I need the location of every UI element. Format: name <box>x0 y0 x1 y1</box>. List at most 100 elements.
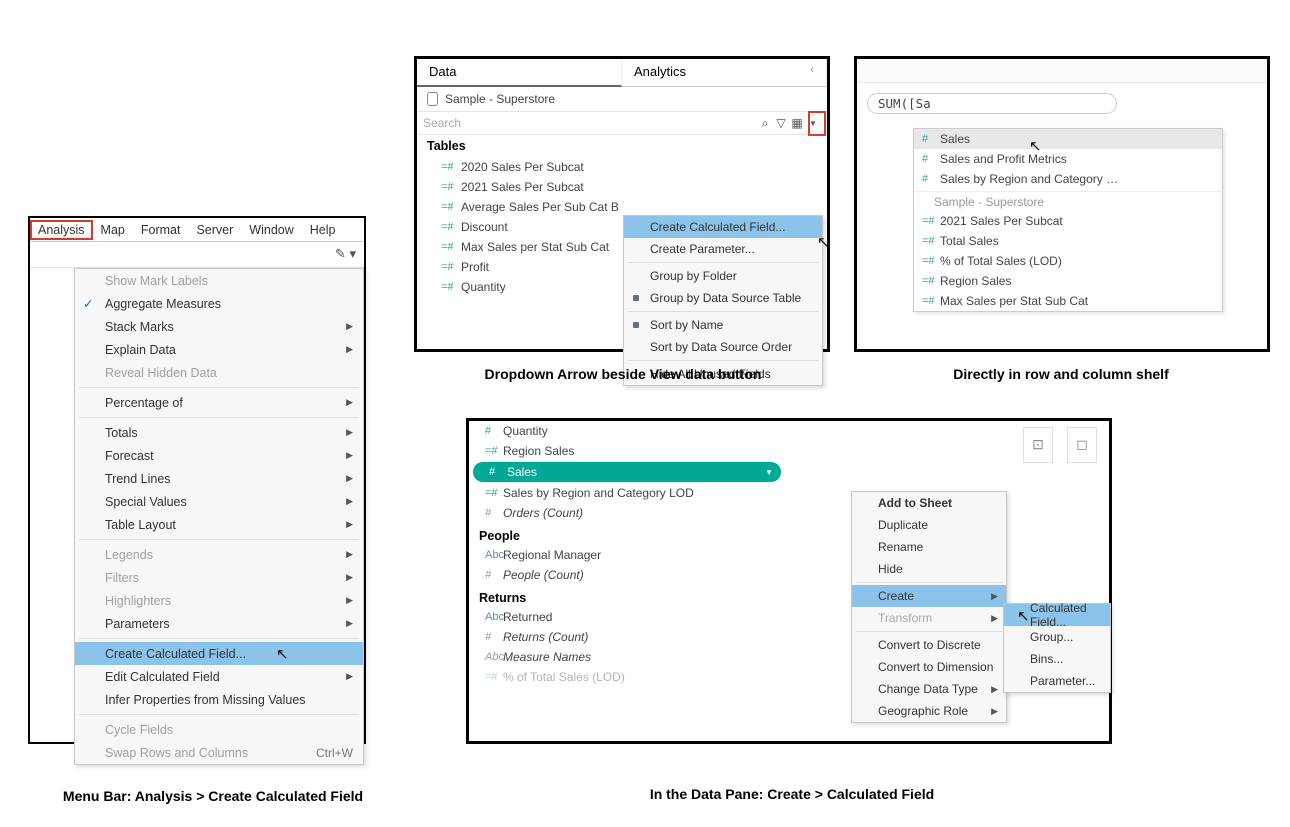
field-row[interactable]: =#2021 Sales Per Subcat <box>417 177 827 197</box>
ctx-item[interactable]: Bins... <box>1004 648 1110 670</box>
menu-item: Highlighters▶ <box>75 589 363 612</box>
search-icon[interactable]: ⌕ <box>757 116 773 131</box>
suggestion-item[interactable]: #Sales by Region and Category … <box>914 169 1222 189</box>
ctx-item[interactable]: Change Data Type▶ <box>852 678 1006 700</box>
ctx-item[interactable]: Geographic Role▶ <box>852 700 1006 722</box>
menu-map[interactable]: Map <box>93 220 133 240</box>
ctx-item[interactable]: Group by Data Source Table <box>624 287 822 309</box>
shelf-top <box>857 59 1267 83</box>
suggestion-dropdown: #Sales#Sales and Profit Metrics#Sales by… <box>913 128 1223 312</box>
panel1-caption: Menu Bar: Analysis > Create Calculated F… <box>28 788 398 804</box>
analysis-menu-panel: Analysis Map Format Server Window Help ✎… <box>28 216 366 744</box>
field-row[interactable]: AbcRegional Manager <box>469 545 789 565</box>
menu-item: Swap Rows and ColumnsCtrl+W <box>75 741 363 764</box>
datasource-row[interactable]: Sample - Superstore <box>417 87 827 111</box>
ctx-item[interactable]: Calculated Field... <box>1004 604 1110 626</box>
field-context-menu: Add to SheetDuplicateRenameHideCreate▶Tr… <box>851 491 1007 723</box>
field-row[interactable]: #Returns (Count) <box>469 627 789 647</box>
ctx-item[interactable]: Sort by Name <box>624 314 822 336</box>
filter-icon[interactable]: ▽ <box>773 116 789 130</box>
ctx-item[interactable]: Add to Sheet <box>852 492 1006 514</box>
menu-item[interactable]: Parameters▶ <box>75 612 363 635</box>
menu-item[interactable]: ✓Aggregate Measures <box>75 292 363 315</box>
menu-item: Show Mark Labels <box>75 269 363 292</box>
menu-item[interactable]: Create Calculated Field... <box>75 642 363 665</box>
menu-item[interactable]: Special Values▶ <box>75 490 363 513</box>
ctx-item[interactable]: Rename <box>852 536 1006 558</box>
ctx-item[interactable]: Create▶ <box>852 585 1006 607</box>
ctx-item[interactable]: Convert to Dimension <box>852 656 1006 678</box>
datasource-icon <box>427 92 438 106</box>
formula-pill[interactable]: SUM([Sa <box>867 93 1117 114</box>
search-row: Search ⌕ ▽ ▦ ▼ <box>417 111 827 135</box>
menu-item[interactable]: Edit Calculated Field▶ <box>75 665 363 688</box>
suggestion-header: Sample - Superstore <box>914 191 1222 211</box>
menu-format[interactable]: Format <box>133 220 189 240</box>
field-row[interactable]: #People (Count) <box>469 565 789 585</box>
field-row[interactable]: #Orders (Count) <box>469 503 789 523</box>
menu-help[interactable]: Help <box>302 220 344 240</box>
field-row[interactable]: #Quantity <box>469 421 789 441</box>
data-pane-fields: #Quantity=#Region Sales#Sales▼=#Sales by… <box>469 421 789 741</box>
chevron-left-icon: ‹ <box>810 64 814 76</box>
field-row[interactable]: =#Region Sales <box>469 441 789 461</box>
detail-card-icon[interactable]: ⊡ <box>1023 427 1053 463</box>
menu-item[interactable]: Percentage of▶ <box>75 391 363 414</box>
menu-server[interactable]: Server <box>188 220 241 240</box>
ctx-item[interactable]: Duplicate <box>852 514 1006 536</box>
pencil-icon[interactable]: ✎ ▾ <box>335 246 356 262</box>
menu-item: Reveal Hidden Data <box>75 361 363 384</box>
menubar: Analysis Map Format Server Window Help <box>30 218 364 242</box>
menu-window[interactable]: Window <box>241 220 301 240</box>
suggestion-item[interactable]: #Sales and Profit Metrics <box>914 149 1222 169</box>
ctx-item[interactable]: Parameter... <box>1004 670 1110 692</box>
view-data-icon[interactable]: ▦ <box>789 116 805 130</box>
search-input[interactable]: Search <box>423 116 757 130</box>
tab-data[interactable]: Data <box>417 59 622 87</box>
ctx-item[interactable]: Sort by Data Source Order <box>624 336 822 358</box>
menu-item[interactable]: Forecast▶ <box>75 444 363 467</box>
menu-analysis[interactable]: Analysis <box>30 220 93 240</box>
dropdown-context-menu: Create Calculated Field...Create Paramet… <box>623 215 823 386</box>
ctx-item[interactable]: Group by Folder <box>624 265 822 287</box>
ctx-item[interactable]: Create Parameter... <box>624 238 822 260</box>
field-row[interactable]: =#Average Sales Per Sub Cat B <box>417 197 827 217</box>
suggestion-item[interactable]: #Sales <box>914 129 1222 149</box>
ctx-item[interactable]: Group... <box>1004 626 1110 648</box>
shelf-typing-panel: SUM([Sa #Sales#Sales and Profit Metrics#… <box>854 56 1270 352</box>
tooltip-card-icon[interactable]: ◻ <box>1067 427 1097 463</box>
suggestion-item[interactable]: =#Max Sales per Stat Sub Cat <box>914 291 1222 311</box>
menu-item[interactable]: Infer Properties from Missing Values <box>75 688 363 711</box>
menu-item: Legends▶ <box>75 543 363 566</box>
field-row[interactable]: =#2020 Sales Per Subcat <box>417 157 827 177</box>
analysis-dropdown-menu: Show Mark Labels✓Aggregate MeasuresStack… <box>74 268 364 765</box>
tab-analytics[interactable]: Analytics‹ <box>622 59 827 87</box>
menu-item[interactable]: Explain Data▶ <box>75 338 363 361</box>
panel4-caption: In the Data Pane: Create > Calculated Fi… <box>612 786 972 802</box>
menu-item[interactable]: Trend Lines▶ <box>75 467 363 490</box>
menu-item[interactable]: Totals▶ <box>75 421 363 444</box>
suggestion-item[interactable]: =#Total Sales <box>914 231 1222 251</box>
data-pane-dropdown-panel: Data Analytics‹ Sample - Superstore Sear… <box>414 56 830 352</box>
create-submenu: Calculated Field...Group...Bins...Parame… <box>1003 603 1111 693</box>
field-row[interactable]: =#% of Total Sales (LOD) <box>469 667 789 687</box>
menu-item: Cycle Fields <box>75 718 363 741</box>
suggestion-item[interactable]: =#Region Sales <box>914 271 1222 291</box>
shelf-row: SUM([Sa <box>857 83 1267 124</box>
ctx-item[interactable]: Convert to Discrete <box>852 634 1006 656</box>
field-row[interactable]: AbcReturned <box>469 607 789 627</box>
suggestion-item[interactable]: =#% of Total Sales (LOD) <box>914 251 1222 271</box>
measure-names[interactable]: AbcMeasure Names <box>469 647 789 667</box>
highlight-box <box>808 111 826 136</box>
ctx-item[interactable]: Hide <box>852 558 1006 580</box>
tables-header: Tables <box>417 135 827 157</box>
suggestion-item[interactable]: =#2021 Sales Per Subcat <box>914 211 1222 231</box>
ctx-item[interactable]: Create Calculated Field... <box>624 216 822 238</box>
panel3-caption: Directly in row and column shelf <box>916 366 1206 382</box>
menu-item[interactable]: Stack Marks▶ <box>75 315 363 338</box>
field-row[interactable]: =#Sales by Region and Category LOD <box>469 483 789 503</box>
datasource-name: Sample - Superstore <box>445 92 555 106</box>
field-row-selected[interactable]: #Sales▼ <box>473 462 781 482</box>
panel2-caption: Dropdown Arrow beside View data button <box>450 366 796 382</box>
menu-item[interactable]: Table Layout▶ <box>75 513 363 536</box>
